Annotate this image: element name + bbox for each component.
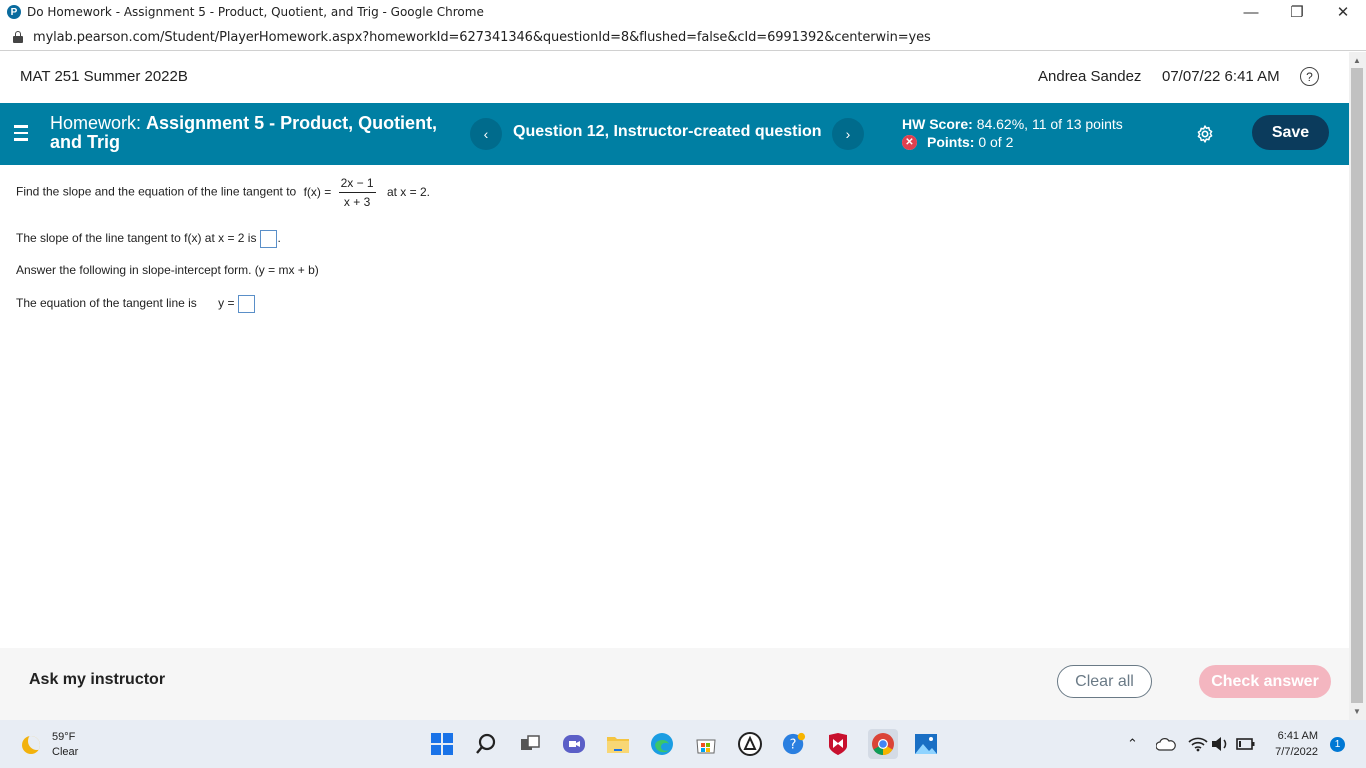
homework-title: Homework: Assignment 5 - Product, Quotie… (50, 114, 460, 152)
taskbar-clock[interactable]: 6:41 AM 7/7/2022 (1262, 728, 1318, 760)
address-bar[interactable]: mylab.pearson.com/Student/PlayerHomework… (0, 24, 1366, 51)
user-name[interactable]: Andrea Sandez (1038, 68, 1141, 85)
weather-temperature: 59°F (52, 731, 76, 743)
chrome-icon[interactable] (868, 729, 898, 759)
app-logo-icon[interactable] (738, 732, 762, 756)
hw-score-label: HW Score: (902, 116, 973, 132)
scrollbar-thumb[interactable] (1351, 68, 1363, 703)
incorrect-x-icon: ✕ (902, 134, 917, 150)
microsoft-store-icon[interactable] (694, 732, 718, 756)
get-help-icon[interactable]: ? (782, 732, 806, 756)
settings-gear-icon[interactable] (1195, 124, 1215, 144)
file-explorer-icon[interactable] (606, 732, 630, 756)
url-text[interactable]: mylab.pearson.com/Student/PlayerHomework… (33, 30, 931, 45)
clock-time: 6:41 AM (1277, 730, 1318, 742)
photos-icon[interactable] (914, 732, 938, 756)
clock-date: 7/7/2022 (1275, 746, 1318, 758)
search-icon[interactable] (474, 732, 498, 756)
pearson-favicon-icon: P (7, 5, 21, 19)
check-answer-button[interactable]: Check answer (1199, 665, 1331, 698)
hw-score-value: 84.62%, 11 of 13 points (976, 116, 1123, 132)
windows-start-icon[interactable] (430, 732, 454, 756)
homework-prefix: Homework: (50, 113, 142, 133)
lock-icon[interactable] (13, 31, 23, 43)
slope-question: The slope of the line tangent to f(x) at… (16, 230, 281, 248)
question-area: Find the slope and the equation of the l… (0, 165, 1349, 648)
ask-my-instructor-link[interactable]: Ask my instructor (29, 671, 165, 689)
moon-weather-icon (22, 736, 40, 754)
weather-condition: Clear (52, 746, 79, 758)
task-view-icon[interactable] (518, 732, 542, 756)
volume-icon[interactable] (1208, 732, 1232, 756)
current-datetime: 07/07/22 6:41 AM (1162, 68, 1280, 85)
course-name: MAT 251 Summer 2022B (20, 68, 188, 85)
equation-question: The equation of the tangent line is y = (16, 295, 256, 313)
homework-bar: Homework: Assignment 5 - Product, Quotie… (0, 103, 1349, 165)
edge-browser-icon[interactable] (650, 732, 674, 756)
show-hidden-icons-chevron-icon[interactable]: ⌃ (1127, 736, 1138, 752)
save-button[interactable]: Save (1252, 115, 1329, 150)
question-points: ✕ Points: 0 of 2 (902, 134, 1013, 150)
scroll-down-arrow-icon[interactable]: ▼ (1353, 707, 1361, 716)
function-label: f(x) = (303, 184, 332, 199)
fraction-numerator: 2x − 1 (338, 176, 376, 193)
slope-answer-input[interactable] (260, 230, 278, 248)
onedrive-cloud-icon[interactable] (1154, 732, 1178, 756)
browser-title-bar: P Do Homework - Assignment 5 - Product, … (0, 0, 1366, 24)
windows-taskbar: 59°F Clear ? ⌃ 6:41 AM 7/7/2022 1 (0, 720, 1366, 768)
y-equals-label: y = (218, 296, 235, 311)
clear-all-button[interactable]: Clear all (1057, 665, 1152, 698)
prompt-start: Find the slope and the equation of the l… (16, 184, 297, 199)
restore-button[interactable]: ❐ (1274, 0, 1320, 24)
fraction-denominator: x + 3 (343, 195, 371, 209)
question-footer: Ask my instructor Clear all Check answer (0, 648, 1349, 720)
hw-score: HW Score: 84.62%, 11 of 13 points (902, 116, 1123, 132)
question-prompt: Find the slope and the equation of the l… (16, 176, 430, 209)
wifi-icon[interactable] (1186, 732, 1210, 756)
prompt-end: at x = 2. (386, 184, 430, 199)
page-scrollbar[interactable]: ▲ ▼ (1349, 52, 1366, 720)
window-title: Do Homework - Assignment 5 - Product, Qu… (27, 5, 484, 19)
weather-widget[interactable]: 59°F Clear (22, 730, 78, 760)
close-window-button[interactable]: ✕ (1320, 0, 1366, 24)
question-selector[interactable]: Question 12, Instructor-created question (513, 123, 822, 141)
hamburger-menu-icon[interactable] (14, 125, 28, 141)
equation-answer-input[interactable] (238, 295, 256, 313)
function-fraction: 2x − 1 x + 3 (338, 176, 376, 209)
points-label: Points: (927, 134, 975, 150)
slope-period: . (277, 231, 281, 246)
teams-chat-icon[interactable] (562, 732, 586, 756)
course-header: MAT 251 Summer 2022B Andrea Sandez 07/07… (0, 52, 1349, 103)
points-value: 0 of 2 (978, 134, 1014, 150)
help-icon[interactable]: ? (1300, 67, 1319, 86)
equation-prompt: The equation of the tangent line is (16, 296, 197, 311)
slope-prompt: The slope of the line tangent to f(x) at… (16, 231, 257, 246)
scroll-up-arrow-icon[interactable]: ▲ (1353, 56, 1361, 65)
mcafee-icon[interactable] (826, 732, 850, 756)
previous-question-button[interactable]: ‹ (470, 118, 502, 150)
form-instruction: Answer the following in slope-intercept … (16, 263, 319, 277)
svg-text:?: ? (790, 738, 797, 753)
notification-count-badge[interactable]: 1 (1330, 737, 1345, 752)
battery-icon[interactable] (1234, 732, 1258, 756)
next-question-button[interactable]: › (832, 118, 864, 150)
minimize-button[interactable]: — (1228, 0, 1274, 24)
